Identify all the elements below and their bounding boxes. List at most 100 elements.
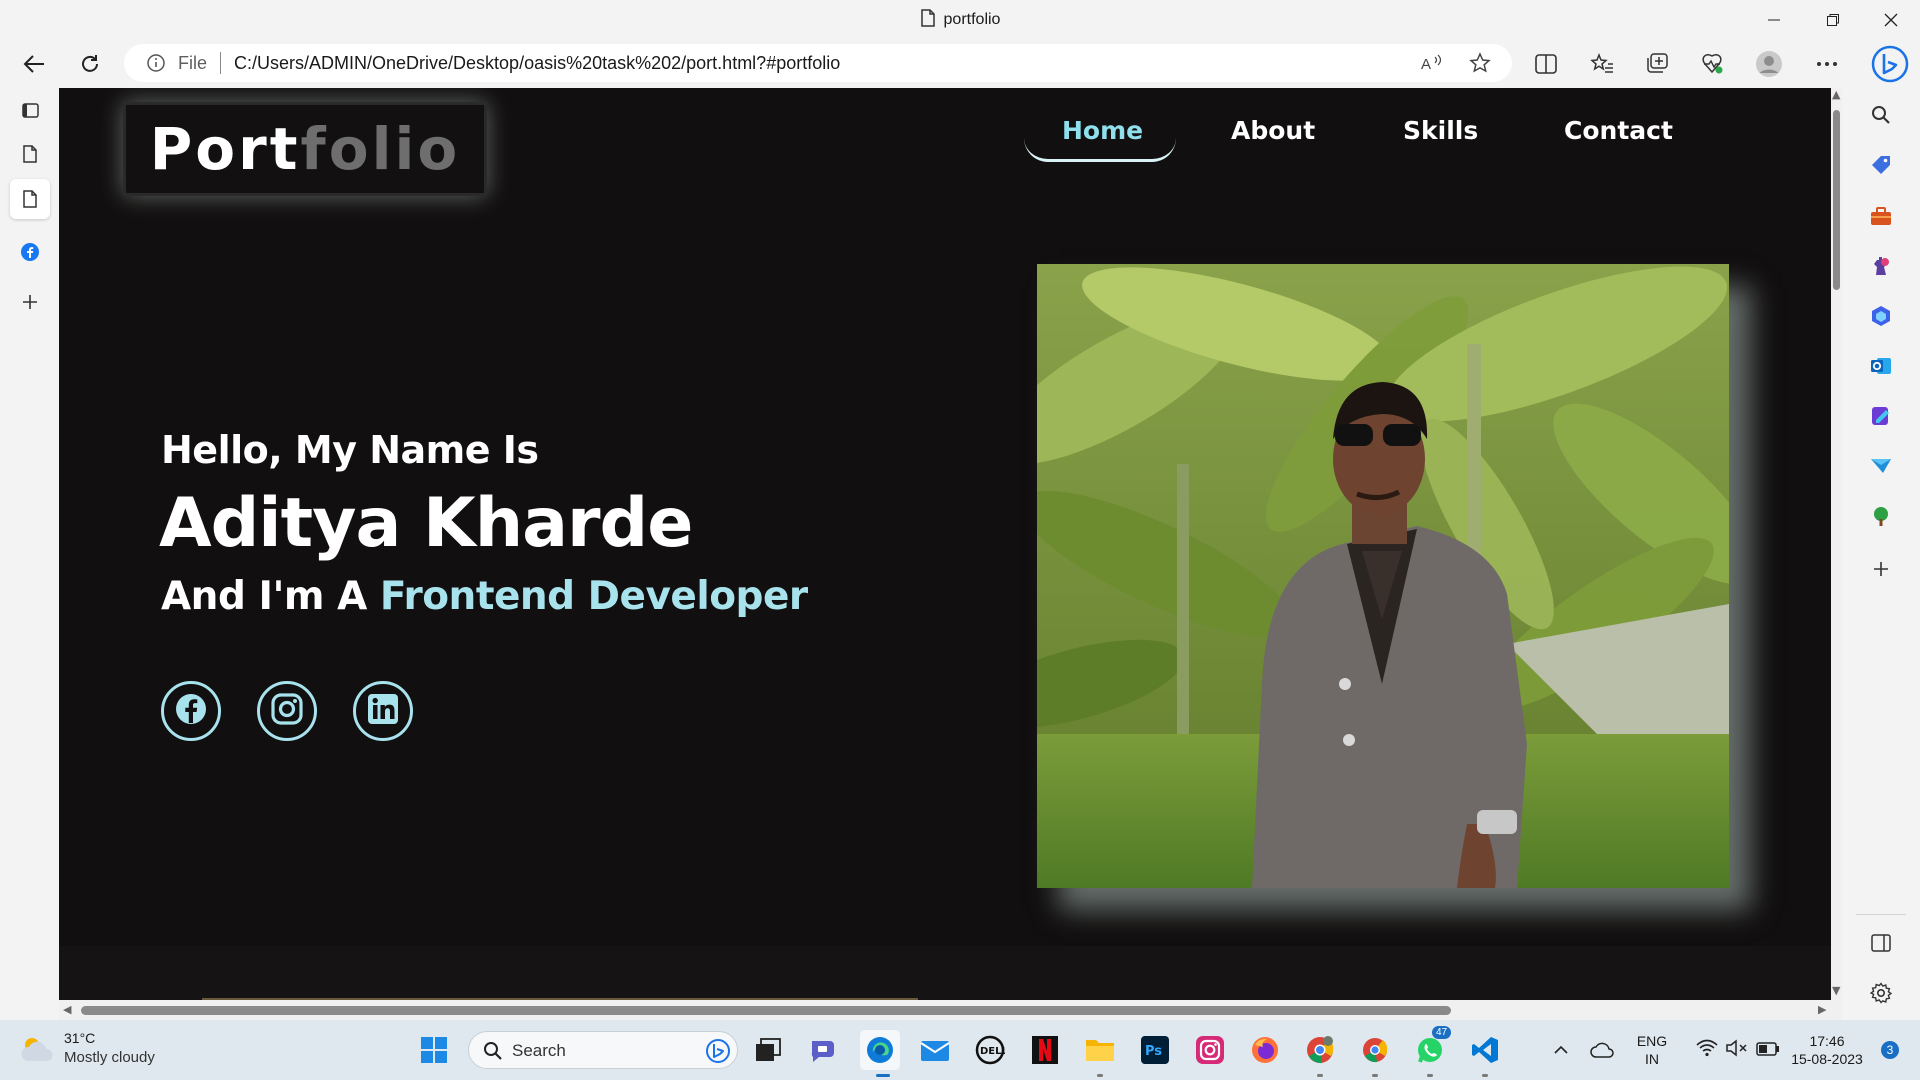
notification-center[interactable]: 3 [1874, 1030, 1906, 1070]
facebook-tab-icon[interactable] [10, 232, 50, 272]
sidebar-divider [1856, 914, 1906, 915]
bing-icon [705, 1038, 731, 1068]
whatsapp-unread-badge: 47 [1432, 1026, 1452, 1039]
scroll-up-arrow-icon[interactable]: ▲ [1832, 88, 1840, 101]
tab-actions-icon[interactable] [10, 90, 50, 130]
whatsapp-icon[interactable]: 47 [1410, 1026, 1452, 1070]
scroll-down-arrow-icon[interactable]: ▼ [1832, 984, 1840, 997]
search-icon [483, 1041, 503, 1065]
add-sidebar-app-icon[interactable] [1866, 554, 1896, 584]
language-code: ENG [1636, 1033, 1668, 1049]
site-info-icon[interactable] [146, 53, 166, 77]
edge-taskbar-icon[interactable] [860, 1030, 900, 1070]
games-icon[interactable] [1866, 251, 1896, 281]
show-hidden-icons-chevron-icon[interactable] [1541, 1030, 1581, 1070]
edge-sidebar [1842, 88, 1920, 1020]
scroll-left-arrow-icon[interactable]: ◀ [63, 1003, 71, 1016]
whatsapp-running-indicator [1427, 1074, 1433, 1077]
tree-icon[interactable] [1866, 501, 1896, 531]
designer-icon[interactable] [1866, 401, 1896, 431]
search-icon[interactable] [1866, 100, 1896, 130]
favorite-star-icon[interactable] [1468, 51, 1492, 75]
sidebar-settings-gear-icon[interactable] [1866, 978, 1896, 1008]
address-bar[interactable]: File C:/Users/ADMIN/OneDrive/Desktop/oas… [124, 44, 1512, 82]
new-tab-icon[interactable] [10, 282, 50, 322]
vertical-scroll-thumb[interactable] [1833, 110, 1840, 290]
svg-text:A: A [1421, 56, 1431, 72]
mail-icon[interactable] [915, 1030, 955, 1070]
task-view-icon[interactable] [748, 1030, 788, 1070]
dell-icon[interactable]: DELL [970, 1030, 1010, 1070]
notification-count-badge: 3 [1880, 1041, 1900, 1059]
refresh-button[interactable] [72, 46, 108, 82]
drop-icon[interactable] [1866, 451, 1896, 481]
hero-role-prefix: And I'm A [161, 574, 367, 619]
horizontal-scrollbar[interactable]: ◀ ▶ [59, 1000, 1842, 1020]
split-screen-icon[interactable] [1532, 50, 1560, 78]
chrome-profile-icon[interactable] [1300, 1030, 1340, 1070]
onedrive-cloud-icon[interactable] [1582, 1030, 1622, 1070]
facebook-icon [174, 692, 208, 730]
bing-copilot-icon[interactable] [1870, 44, 1910, 84]
edge-active-indicator [876, 1074, 890, 1077]
active-page-tab-icon[interactable] [10, 179, 50, 219]
vertical-scrollbar[interactable]: ▲ ▼ [1831, 88, 1842, 1000]
svg-text:Ps: Ps [1145, 1044, 1162, 1059]
instagram-taskbar-icon[interactable] [1190, 1030, 1230, 1070]
back-button[interactable] [16, 46, 52, 82]
battery-icon [1756, 1041, 1780, 1060]
language-indicator[interactable]: ENG IN [1624, 1032, 1680, 1068]
hero-name: Aditya Kharde [159, 484, 693, 563]
explorer-running-indicator [1097, 1074, 1103, 1077]
restore-button[interactable] [1804, 0, 1862, 40]
collections-icon[interactable] [1643, 50, 1671, 78]
minimize-button[interactable] [1745, 0, 1803, 40]
nav-home-link[interactable]: Home [1062, 116, 1143, 145]
instagram-link[interactable] [257, 681, 317, 741]
taskbar-search-box[interactable]: Search [468, 1031, 738, 1069]
chrome-icon[interactable] [1355, 1030, 1395, 1070]
browser-title-bar: portfolio [0, 0, 1920, 40]
search-placeholder: Search [512, 1041, 566, 1060]
more-options-icon[interactable] [1813, 50, 1841, 78]
linkedin-link[interactable] [353, 681, 413, 741]
nav-skills-link[interactable]: Skills [1403, 116, 1478, 145]
clock-time: 17:46 [1809, 1033, 1845, 1049]
system-tray-quick-settings[interactable] [1678, 1030, 1798, 1070]
profile-avatar[interactable] [1755, 50, 1783, 78]
logo-text-port: Port [149, 115, 301, 183]
vscode-icon[interactable] [1465, 1030, 1505, 1070]
teams-chat-icon[interactable] [803, 1030, 843, 1070]
file-explorer-icon[interactable] [1080, 1030, 1120, 1070]
hide-sidebar-icon[interactable] [1866, 928, 1896, 958]
site-logo[interactable]: Port folio [123, 102, 487, 196]
horizontal-scroll-thumb[interactable] [81, 1006, 1451, 1015]
favorites-icon[interactable] [1588, 50, 1616, 78]
url-separator [220, 52, 221, 74]
nav-contact-link[interactable]: Contact [1564, 116, 1673, 145]
clock[interactable]: 17:46 15-08-2023 [1782, 1032, 1872, 1068]
tab-title[interactable]: portfolio [0, 9, 1920, 32]
nav-about-link[interactable]: About [1231, 116, 1315, 145]
firefox-icon[interactable] [1245, 1030, 1285, 1070]
photoshop-icon[interactable]: Ps [1135, 1030, 1175, 1070]
close-button[interactable] [1862, 0, 1920, 40]
netflix-icon[interactable] [1025, 1030, 1065, 1070]
shopping-tag-icon[interactable] [1866, 150, 1896, 180]
chrome-running-indicator [1317, 1074, 1323, 1077]
read-aloud-icon[interactable]: A [1420, 51, 1444, 75]
facebook-link[interactable] [161, 681, 221, 741]
outlook-icon[interactable] [1866, 351, 1896, 381]
start-button[interactable] [414, 1030, 454, 1070]
microsoft365-icon[interactable] [1866, 301, 1896, 331]
browser-toolbar: File C:/Users/ADMIN/OneDrive/Desktop/oas… [0, 40, 1920, 88]
page-tab-icon[interactable] [10, 134, 50, 174]
chrome2-running-indicator [1372, 1074, 1378, 1077]
url-text[interactable]: C:/Users/ADMIN/OneDrive/Desktop/oasis%20… [234, 53, 840, 74]
scroll-right-arrow-icon[interactable]: ▶ [1818, 1003, 1826, 1016]
tools-icon[interactable] [1866, 201, 1896, 231]
cloud-icon [20, 1035, 56, 1067]
instagram-icon [271, 693, 303, 729]
browser-essentials-icon[interactable] [1698, 50, 1726, 78]
clock-date: 15-08-2023 [1791, 1051, 1863, 1067]
